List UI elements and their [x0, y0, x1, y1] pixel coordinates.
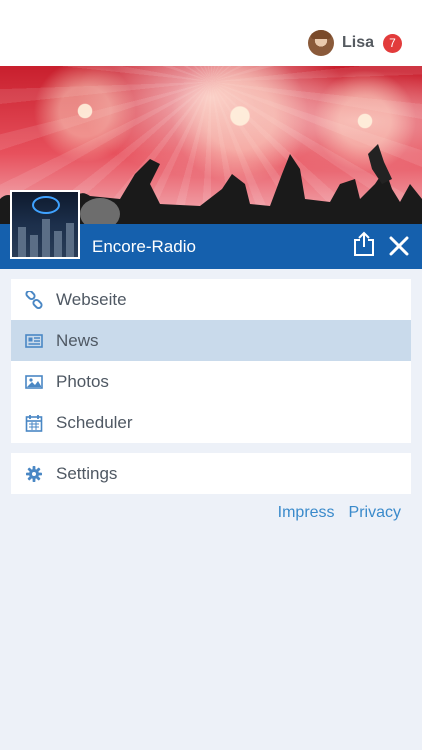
- menu-label: Photos: [56, 371, 109, 391]
- gear-icon: [26, 466, 42, 482]
- top-bar: Lisa 7: [0, 0, 422, 66]
- notification-badge[interactable]: 7: [383, 33, 402, 53]
- share-icon[interactable]: [353, 231, 375, 257]
- privacy-link[interactable]: Privacy: [349, 504, 401, 522]
- menu-item-webseite[interactable]: Webseite: [11, 279, 411, 320]
- menu-item-photos[interactable]: Photos: [11, 361, 411, 402]
- calendar-icon: [25, 415, 43, 432]
- impress-link[interactable]: Impress: [278, 504, 335, 522]
- station-logo: [10, 190, 80, 259]
- menu-label: Webseite: [56, 289, 127, 309]
- menu-label: Scheduler: [56, 412, 133, 432]
- close-icon[interactable]: [389, 236, 409, 256]
- settings-menu: Settings: [11, 453, 411, 494]
- link-icon: [25, 291, 43, 309]
- image-icon: [25, 375, 43, 389]
- avatar[interactable]: [307, 30, 334, 56]
- newspaper-icon: [25, 334, 43, 348]
- station-name: Encore-Radio: [92, 237, 196, 256]
- menu-item-news[interactable]: News: [11, 320, 411, 361]
- main-menu: Webseite News Photos Scheduler: [11, 279, 411, 443]
- footer-links: Impress Privacy: [278, 504, 401, 522]
- menu-item-settings[interactable]: Settings: [11, 453, 411, 494]
- menu-label: Settings: [56, 463, 118, 483]
- user-profile[interactable]: Lisa 7: [307, 30, 402, 56]
- username[interactable]: Lisa: [342, 34, 374, 52]
- menu-label: News: [56, 330, 99, 350]
- menu-item-scheduler[interactable]: Scheduler: [11, 402, 411, 443]
